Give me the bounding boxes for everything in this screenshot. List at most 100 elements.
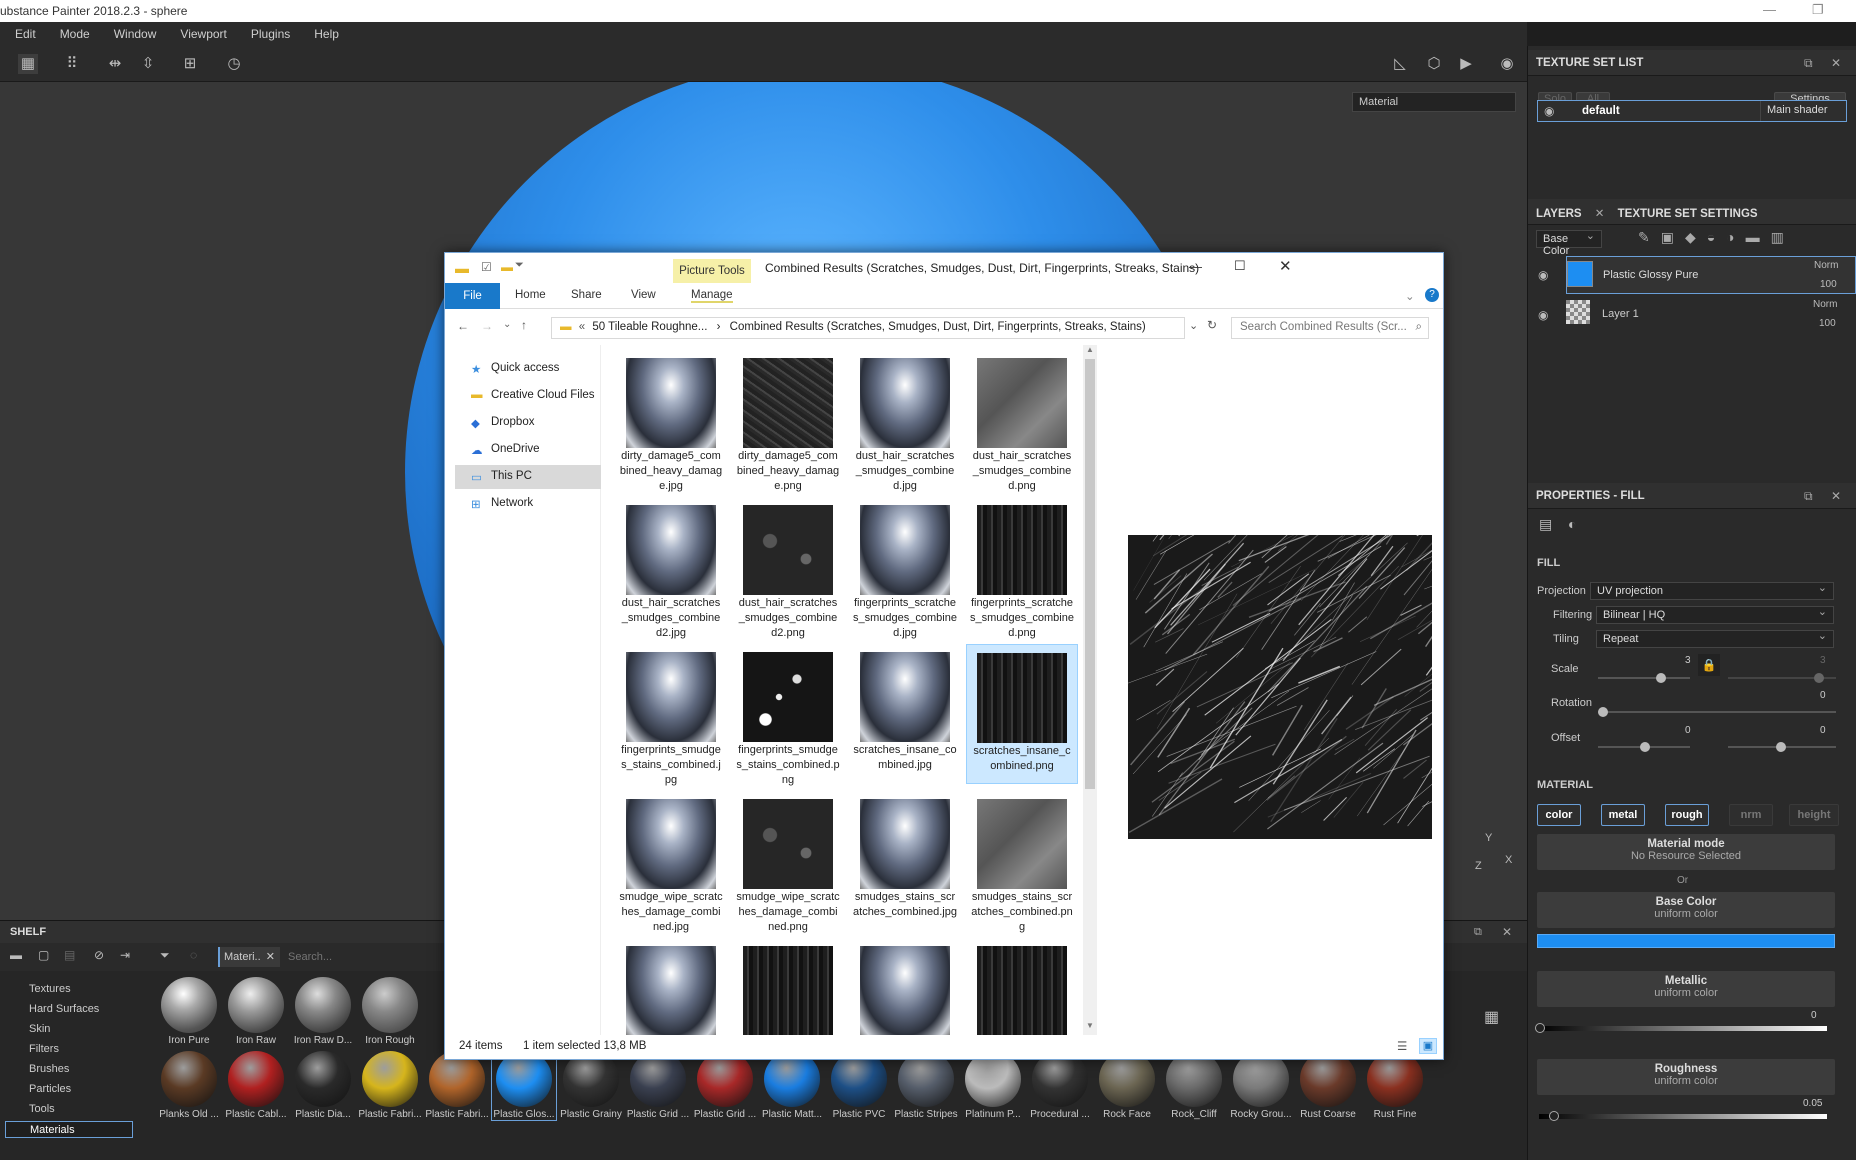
shelf-material[interactable]: Rock_Cliff bbox=[1162, 1051, 1226, 1120]
file-item[interactable]: dust_hair_scratches_smudges_combined2.jp… bbox=[615, 497, 727, 639]
refresh-icon[interactable]: ◌ bbox=[190, 948, 197, 962]
roughness-slider[interactable] bbox=[1539, 1111, 1827, 1121]
file-item[interactable]: fingerprints_smudges_stains_combined.png bbox=[732, 644, 844, 786]
menu-help[interactable]: Help bbox=[314, 27, 339, 41]
cube-icon[interactable]: ⬡ bbox=[1424, 54, 1444, 74]
history-icon[interactable]: ◷ bbox=[224, 54, 244, 74]
layer-channel-select[interactable]: Base Color bbox=[1536, 229, 1602, 257]
file-item[interactable]: dirty_damage5_combined_heavy_damage.jpg bbox=[615, 350, 727, 492]
menu-viewport[interactable]: Viewport bbox=[180, 27, 226, 41]
file-item[interactable]: smudges_stains_scratches_combined.png bbox=[966, 791, 1078, 933]
address-bar[interactable]: ▬ « 50 Tileable Roughne... › Combined Re… bbox=[551, 317, 1185, 339]
slider-knob[interactable] bbox=[1549, 1111, 1559, 1121]
new-resource-icon[interactable]: ▢ bbox=[38, 948, 49, 962]
texture-set-row[interactable]: ◉ default Main shader bbox=[1537, 100, 1847, 122]
base-color-swatch[interactable] bbox=[1537, 934, 1835, 948]
file-item[interactable]: dirty_damage5_combined_heavy_damage.png bbox=[732, 350, 844, 492]
nav-creative-cloud[interactable]: ▬ Creative Cloud Files bbox=[455, 384, 601, 408]
properties-icon[interactable]: ☑ bbox=[481, 260, 492, 274]
scale-slider-locked[interactable] bbox=[1728, 673, 1836, 683]
metallic-box[interactable]: Metallic uniform color bbox=[1537, 971, 1835, 1007]
shelf-material[interactable]: Plastic Fabri... bbox=[358, 1051, 422, 1120]
tab-share[interactable]: Share bbox=[571, 289, 602, 301]
close-tab-icon[interactable]: ✕ bbox=[1595, 208, 1605, 220]
close-shelf-icon[interactable]: ✕ bbox=[1502, 925, 1512, 939]
explorer-title-bar[interactable]: ▬ ☑ ▬ ⏷ Picture Tools Combined Results (… bbox=[445, 253, 1443, 283]
channel-height[interactable]: height bbox=[1789, 804, 1839, 826]
channel-nrm[interactable]: nrm bbox=[1729, 804, 1773, 826]
shelf-material[interactable]: Platinum P... bbox=[961, 1051, 1025, 1120]
scrollbar-thumb[interactable] bbox=[1085, 359, 1095, 789]
layer-blend-mode[interactable]: Norm bbox=[1813, 299, 1837, 310]
category-materials[interactable]: Materials bbox=[5, 1121, 133, 1138]
menu-plugins[interactable]: Plugins bbox=[251, 27, 290, 41]
file-item[interactable]: scratches_insane_combined.jpg bbox=[849, 644, 961, 784]
close-icon[interactable]: ✕ bbox=[1831, 489, 1841, 503]
add-icon[interactable]: ⊞ bbox=[180, 54, 200, 74]
symmetry-icon[interactable]: ⇹ bbox=[105, 54, 125, 74]
explorer-search-input[interactable]: Search Combined Results (Scr... ⌕ bbox=[1231, 317, 1429, 339]
slider-knob[interactable] bbox=[1656, 673, 1666, 683]
minimize-icon[interactable]: — bbox=[1763, 2, 1776, 17]
tiling-select[interactable]: Repeat bbox=[1596, 629, 1834, 648]
nav-network[interactable]: ⊞ Network bbox=[455, 492, 601, 516]
overflow-icon[interactable]: « bbox=[579, 321, 585, 333]
import-icon[interactable]: ⇥ bbox=[120, 948, 130, 962]
slider-knob[interactable] bbox=[1640, 742, 1650, 752]
file-item[interactable]: dust_hair_scratches_smudges_combined2.pn… bbox=[732, 497, 844, 639]
shelf-material[interactable]: Plastic Fabri... bbox=[425, 1051, 489, 1120]
scale-slider[interactable] bbox=[1598, 673, 1690, 683]
save-icon[interactable]: ▤ bbox=[64, 948, 75, 962]
align-icon[interactable]: ⇳ bbox=[138, 54, 158, 74]
menu-mode[interactable]: Mode bbox=[60, 27, 90, 41]
address-dropdown-icon[interactable]: ⌄ bbox=[1189, 319, 1198, 332]
up-icon[interactable]: ↑ bbox=[521, 318, 527, 332]
lock-icon[interactable]: 🔒 bbox=[1698, 654, 1720, 676]
shelf-material[interactable]: Planks Old ... bbox=[157, 1051, 221, 1120]
breadcrumb-current[interactable]: Combined Results (Scratches, Smudges, Du… bbox=[730, 321, 1146, 333]
file-item[interactable]: fingerprints_scratches_smudges_combined.… bbox=[966, 497, 1078, 639]
properties-tab-icon[interactable]: ▤ bbox=[1539, 516, 1552, 533]
offset-x-slider[interactable] bbox=[1598, 742, 1690, 752]
minimize-icon[interactable]: — bbox=[1189, 259, 1202, 274]
channel-rough[interactable]: rough bbox=[1665, 804, 1709, 826]
help-icon[interactable]: ? bbox=[1425, 288, 1439, 302]
vertical-scrollbar[interactable]: ▲ ▼ bbox=[1083, 345, 1097, 1035]
category-filters[interactable]: Filters bbox=[5, 1041, 133, 1058]
shelf-material[interactable]: Rocky Grou... bbox=[1229, 1051, 1293, 1120]
scroll-down-icon[interactable]: ▼ bbox=[1085, 1021, 1095, 1031]
nav-quick-access[interactable]: ★ Quick access bbox=[455, 357, 601, 381]
slider-knob[interactable] bbox=[1814, 673, 1824, 683]
forward-icon[interactable]: → bbox=[481, 319, 493, 333]
shelf-material[interactable]: Iron Raw bbox=[224, 977, 288, 1046]
material-tab-icon[interactable]: ◐ bbox=[1568, 516, 1576, 532]
grid-tool-icon[interactable]: ▦ bbox=[18, 54, 38, 74]
file-item[interactable]: fingerprints_smudges_stains_combined.jpg bbox=[615, 644, 727, 786]
grid-view-icon[interactable]: ▦ bbox=[1484, 1007, 1499, 1027]
large-icons-view-icon[interactable]: ▣ bbox=[1419, 1038, 1437, 1054]
shelf-material[interactable]: Iron Raw D... bbox=[291, 977, 355, 1046]
camera-persp-icon[interactable]: ◺ bbox=[1390, 54, 1410, 74]
undock-icon[interactable]: ⧉ bbox=[1804, 56, 1813, 71]
shelf-material[interactable]: Plastic Matt... bbox=[760, 1051, 824, 1120]
close-icon[interactable]: ✕ bbox=[1279, 257, 1292, 275]
shelf-material[interactable]: Iron Rough bbox=[358, 977, 422, 1046]
slider-knob[interactable] bbox=[1535, 1023, 1545, 1033]
ribbon-expand-icon[interactable]: ⌄ bbox=[1405, 289, 1415, 303]
tab-view[interactable]: View bbox=[631, 289, 656, 301]
slider-knob[interactable] bbox=[1776, 742, 1786, 752]
nav-onedrive[interactable]: ☁ OneDrive bbox=[455, 438, 601, 462]
shelf-material[interactable]: Plastic Grid ... bbox=[626, 1051, 690, 1120]
category-tools[interactable]: Tools bbox=[5, 1101, 133, 1118]
file-item[interactable]: fingerprints_scratches_smudges_combined.… bbox=[849, 497, 961, 639]
offset-y-slider[interactable] bbox=[1728, 742, 1836, 752]
slider-knob[interactable] bbox=[1598, 707, 1608, 717]
tab-texture-set-settings[interactable]: TEXTURE SET SETTINGS bbox=[1618, 208, 1758, 220]
channel-metal[interactable]: metal bbox=[1601, 804, 1645, 826]
metallic-slider[interactable] bbox=[1535, 1023, 1827, 1033]
filter-icon[interactable]: ⏷ bbox=[160, 948, 170, 963]
file-item[interactable] bbox=[849, 938, 961, 1035]
category-particles[interactable]: Particles bbox=[5, 1081, 133, 1098]
file-item[interactable] bbox=[966, 938, 1078, 1035]
screenshot-icon[interactable]: ◉ bbox=[1497, 54, 1517, 74]
